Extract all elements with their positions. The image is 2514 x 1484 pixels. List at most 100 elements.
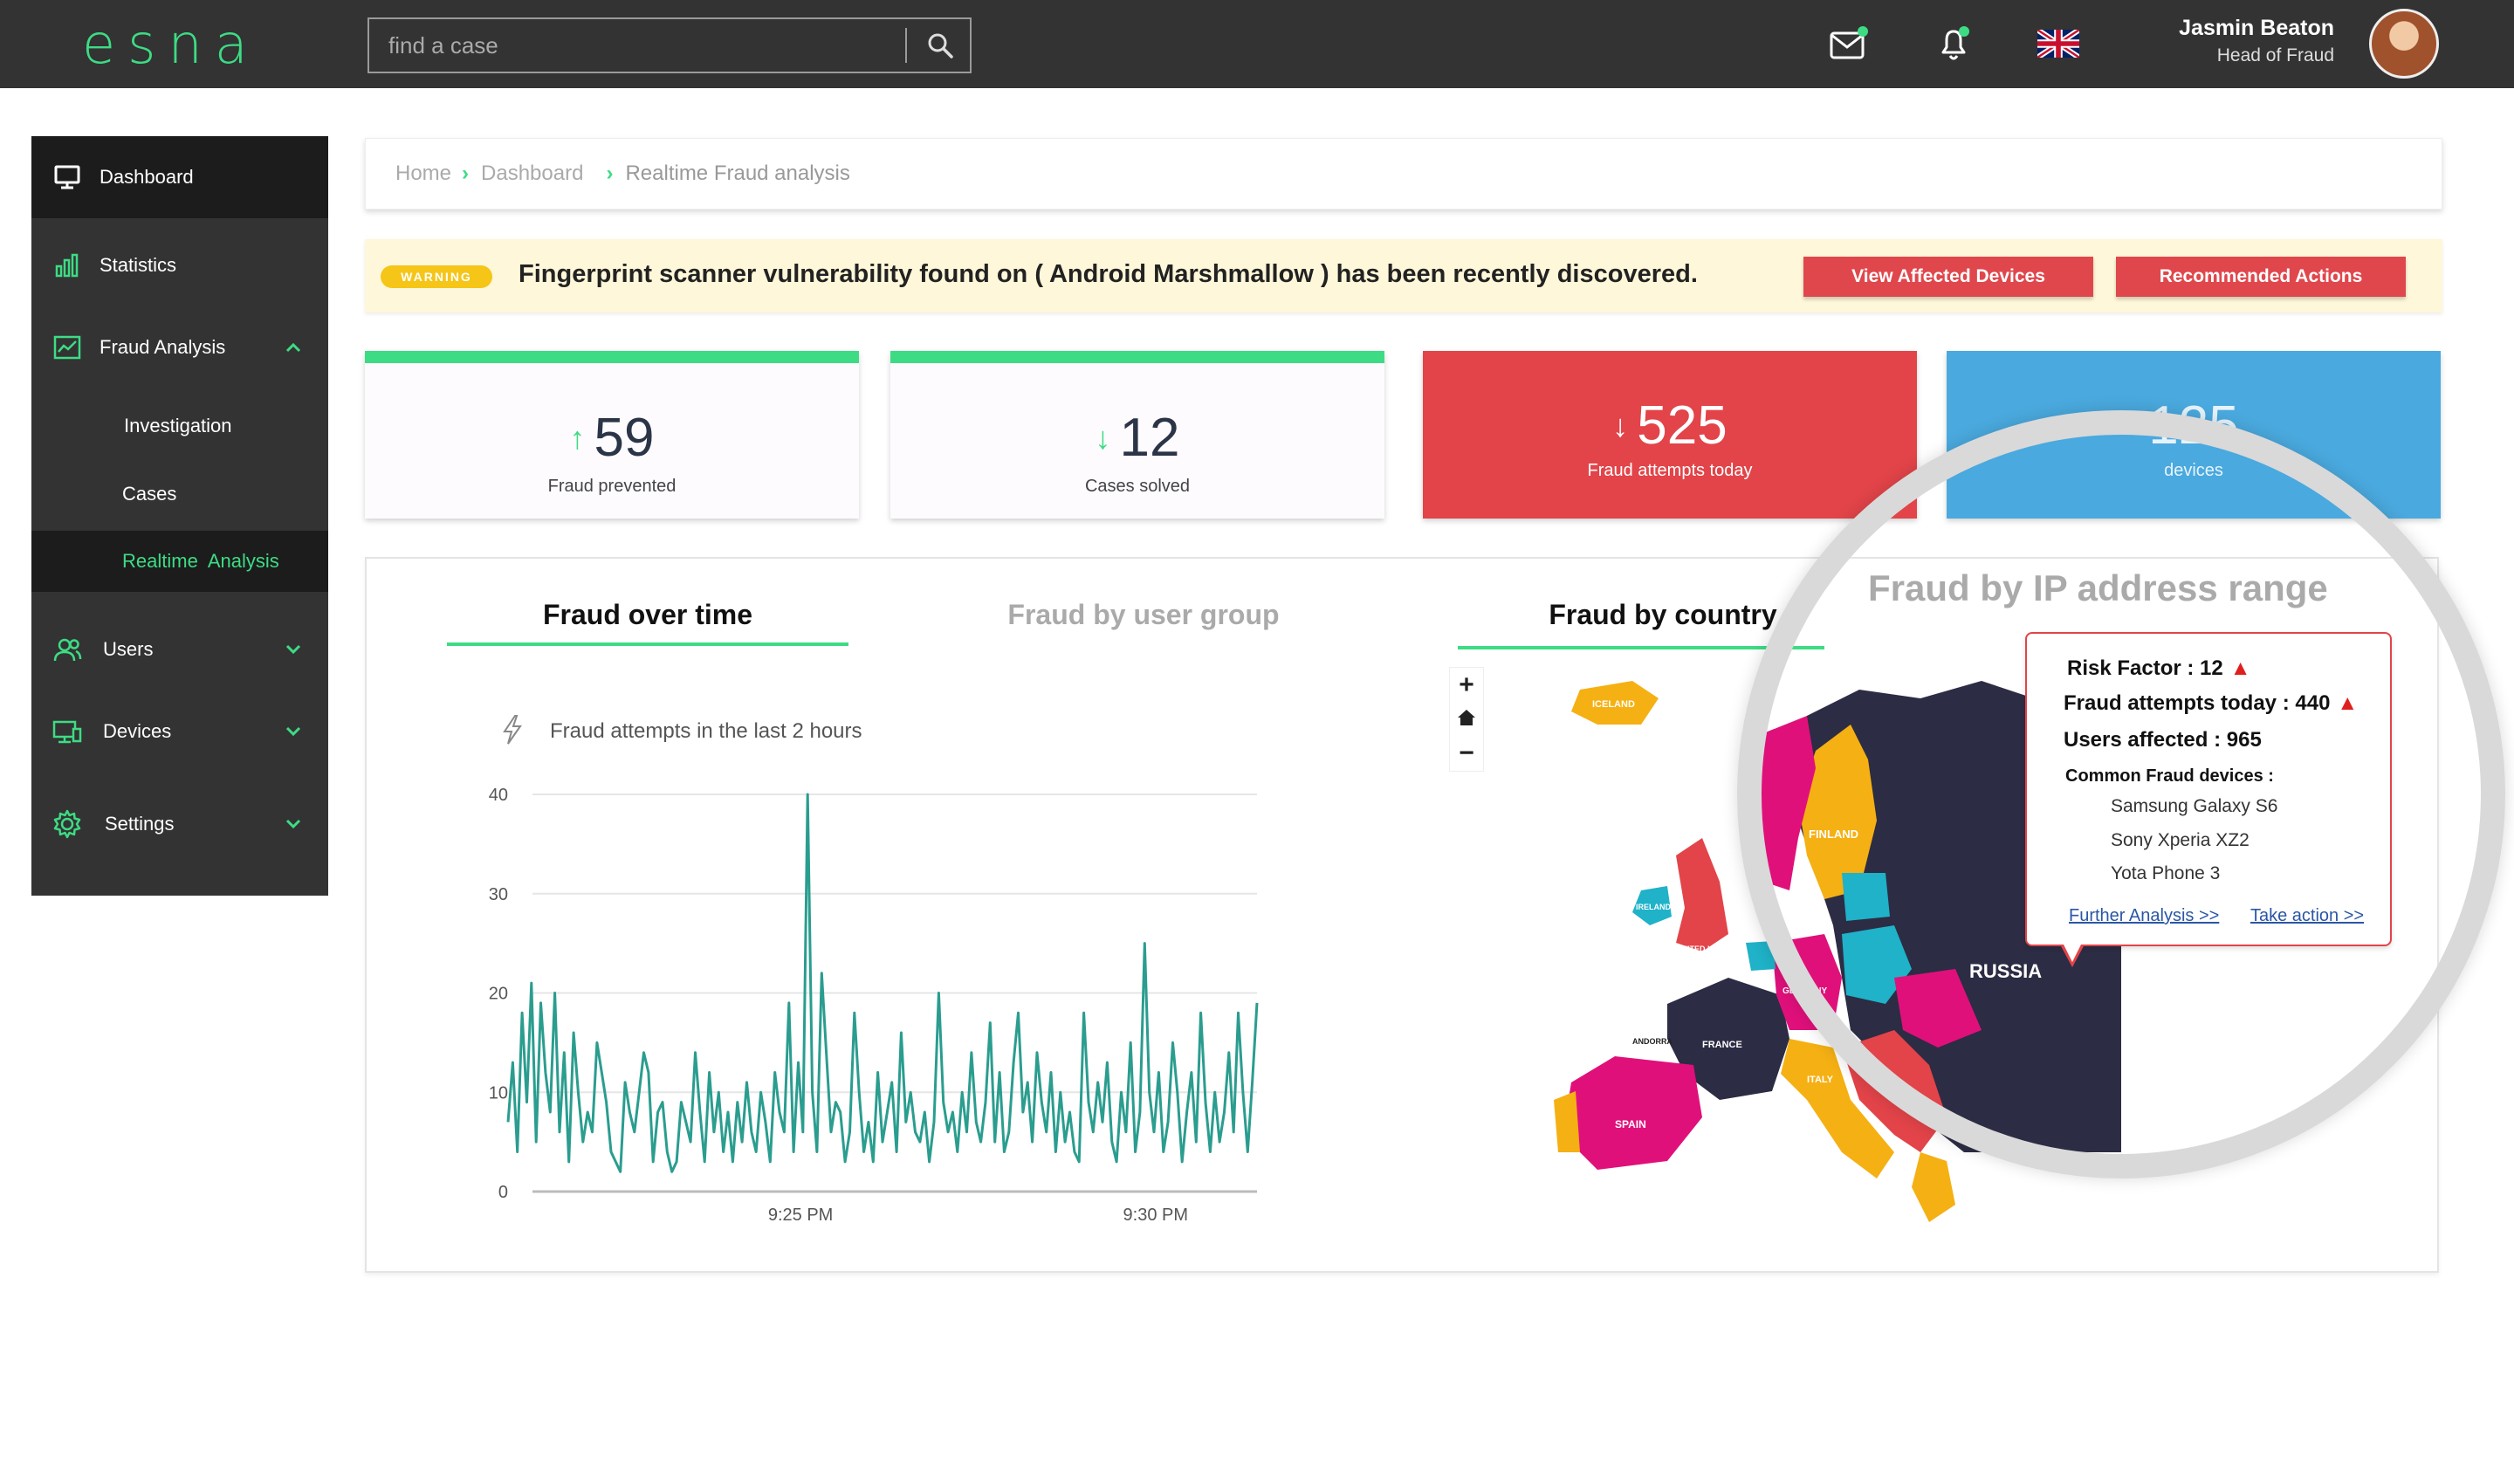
sidebar-item-settings[interactable]: Settings: [31, 789, 328, 859]
recommended-actions-button[interactable]: Recommended Actions: [2116, 257, 2406, 297]
tab-fraud-over-time[interactable]: Fraud over time: [447, 599, 848, 631]
map-label: IRELAND: [1636, 903, 1671, 911]
sidebar-subitem-label: Investigation: [124, 415, 232, 436]
sidebar-subitem-cases[interactable]: Cases: [31, 466, 328, 522]
chevron-right-icon: ›: [606, 161, 614, 185]
warning-text: Fingerprint scanner vulnerability found …: [519, 260, 1698, 288]
map-label: UNITED KINGDOM: [1676, 945, 1746, 953]
view-affected-devices-button[interactable]: View Affected Devices: [1803, 257, 2093, 297]
sidebar-subitem-realtime-analysis[interactable]: Realtime Analysis: [31, 531, 328, 592]
map-region-greece: [1912, 1152, 1955, 1222]
tab-fraud-by-ip-range[interactable]: Fraud by IP address range: [1868, 567, 2328, 609]
map-region-spain: [1563, 1056, 1702, 1170]
search-divider: [905, 28, 907, 63]
user-name[interactable]: Jasmin Beaton: [2179, 16, 2334, 41]
bell-icon: [1941, 26, 1969, 60]
app-logo[interactable]: esna: [82, 12, 260, 76]
arrow-down-icon: ↓: [1612, 408, 1629, 443]
map-controls: + −: [1449, 667, 1484, 772]
warning-badge: WARNING: [381, 265, 492, 288]
sidebar-item-users[interactable]: Users: [31, 615, 328, 684]
chevron-up-icon: [285, 336, 302, 359]
users-affected: Users affected : 965: [2064, 728, 2262, 752]
fraud-line-chart: 0 10 20 30 40 9:25 PM 9:30 PM: [489, 786, 1259, 1225]
home-icon[interactable]: [1456, 704, 1477, 734]
sidebar-item-label: Settings: [105, 813, 175, 835]
tab-active-underline: [447, 642, 848, 646]
tab-fraud-by-user-group[interactable]: Fraud by user group: [943, 599, 1344, 631]
map-label: ITALY: [1807, 1075, 1834, 1085]
map-region-portugal: [1554, 1091, 1580, 1152]
stat-caption: Fraud attempts today: [1587, 461, 1753, 480]
device-item: Sony Xperia XZ2: [2111, 830, 2250, 850]
devices-icon: [52, 717, 82, 746]
language-button[interactable]: [2036, 21, 2081, 66]
sidebar: Dashboard Statistics Fraud Analysis Inve…: [31, 136, 328, 896]
chevron-down-icon: [285, 638, 302, 661]
device-item: Samsung Galaxy S6: [2111, 796, 2278, 816]
sidebar-item-statistics[interactable]: Statistics: [31, 230, 328, 300]
sidebar-item-devices[interactable]: Devices: [31, 697, 328, 766]
lightning-icon: [503, 715, 522, 745]
search-input[interactable]: [369, 19, 902, 72]
map-region-uk: [1676, 838, 1728, 952]
breadcrumb-current: Realtime Fraud analysis: [625, 161, 850, 185]
search-icon: [928, 33, 953, 58]
sidebar-item-label: Fraud Analysis: [100, 336, 226, 358]
device-item: Yota Phone 3: [2111, 863, 2221, 883]
arrow-up-icon: ↑: [569, 420, 586, 456]
sidebar-subitem-label: Cases: [122, 483, 177, 505]
x-tick-label: 9:25 PM: [768, 1206, 833, 1225]
common-devices-label: Common Fraud devices :: [2065, 766, 2274, 786]
user-role: Head of Fraud: [2216, 45, 2334, 65]
stat-card-fraud-attempts[interactable]: ↓ 525 Fraud attempts today: [1423, 351, 1917, 519]
monitor-icon: [52, 162, 82, 192]
sidebar-item-label: Users: [103, 638, 154, 660]
risk-factor: Risk Factor : 12 ▲: [2067, 656, 2251, 680]
sidebar-item-dashboard[interactable]: Dashboard: [31, 136, 328, 218]
x-tick-label: 9:30 PM: [1123, 1206, 1188, 1225]
sidebar-subitem-investigation[interactable]: Investigation: [31, 398, 328, 454]
sidebar-item-label: Dashboard: [100, 166, 194, 188]
warning-banner: WARNING Fingerprint scanner vulnerabilit…: [365, 239, 2442, 313]
notifications-button[interactable]: [1933, 21, 1978, 66]
search-box: [367, 17, 972, 73]
uk-flag-icon: [2037, 30, 2079, 58]
zoom-out-button[interactable]: −: [1459, 739, 1474, 768]
map-label: ANDORRA: [1632, 1037, 1673, 1046]
zoom-in-button[interactable]: +: [1459, 670, 1474, 700]
users-icon: [52, 635, 82, 664]
arrow-down-icon: ↓: [1095, 420, 1111, 456]
search-button[interactable]: [910, 19, 970, 72]
take-action-link[interactable]: Take action >>: [2250, 906, 2364, 926]
sidebar-item-label: Statistics: [100, 254, 177, 276]
sidebar-subitem-label: Realtime Analysis: [122, 550, 279, 572]
y-tick-label: 20: [489, 985, 508, 1004]
tooltip-pointer-inner: [2063, 943, 2082, 962]
bar-chart-icon: [52, 251, 82, 280]
warning-triangle-icon: ▲: [2229, 656, 2251, 680]
mail-icon: [1830, 26, 1868, 59]
avatar[interactable]: [2369, 9, 2439, 79]
country-tooltip: Risk Factor : 12 ▲ Fraud attempts today :…: [2025, 632, 2392, 946]
y-tick-label: 0: [498, 1183, 508, 1202]
stat-card-cases-solved[interactable]: ↓ 12 Cases solved: [890, 351, 1384, 519]
breadcrumb-home[interactable]: Home: [395, 161, 451, 186]
gear-icon: [52, 809, 82, 839]
stat-value: ↓ 525: [1612, 395, 1728, 456]
sidebar-item-fraud-analysis[interactable]: Fraud Analysis: [31, 313, 328, 382]
warning-triangle-icon: ▲: [2337, 691, 2359, 715]
stat-card-fraud-prevented[interactable]: ↑ 59 Fraud prevented: [365, 351, 859, 519]
map-label: SPAIN: [1615, 1118, 1646, 1130]
map-label: FRANCE: [1702, 1040, 1742, 1050]
breadcrumb-dashboard[interactable]: Dashboard: [481, 161, 583, 186]
y-tick-label: 30: [489, 885, 508, 904]
messages-button[interactable]: [1826, 21, 1872, 66]
further-analysis-link[interactable]: Further Analysis >>: [2069, 906, 2219, 926]
map-label: ICELAND: [1592, 699, 1635, 710]
stat-value: ↓ 12: [1095, 408, 1180, 468]
fraud-attempts-today: Fraud attempts today : 440 ▲: [2064, 691, 2359, 715]
stat-caption: Cases solved: [1084, 477, 1191, 496]
chart-caption: Fraud attempts in the last 2 hours: [550, 719, 862, 743]
chart-window-icon: [52, 333, 82, 362]
